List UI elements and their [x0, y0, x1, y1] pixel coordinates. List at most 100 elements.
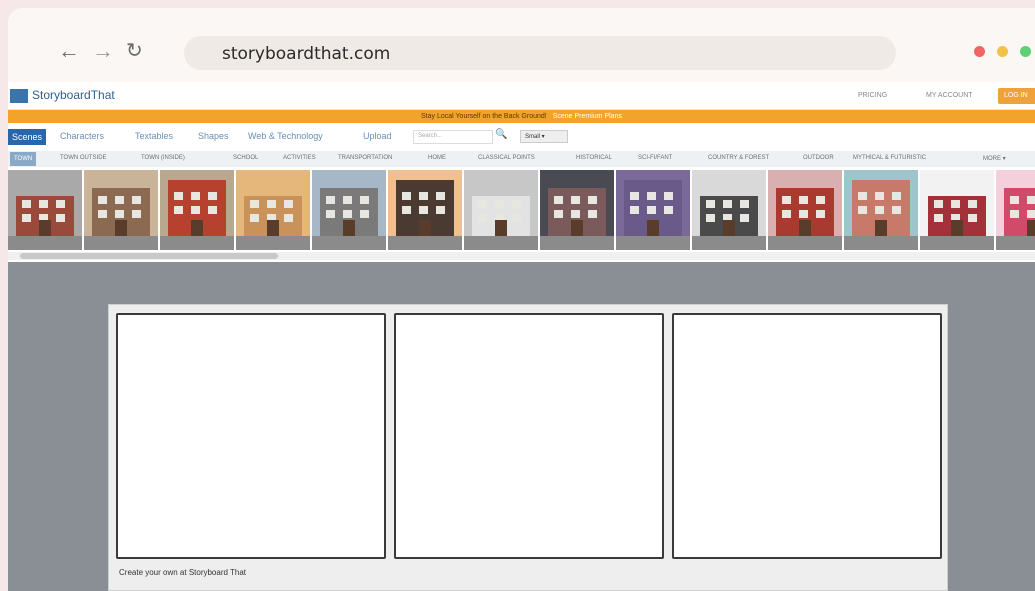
scene-window [402, 206, 411, 214]
scene-window [478, 200, 487, 208]
scene-window [250, 214, 259, 222]
scene-window [191, 192, 200, 200]
category-home[interactable]: HOME [428, 155, 446, 161]
promo-cta-link[interactable]: Scene Premium Plans [553, 113, 622, 120]
scene-door [419, 220, 431, 236]
scene-thumbnail[interactable] [84, 170, 158, 250]
site-logo[interactable]: StoryboardThat [10, 88, 115, 103]
scene-thumbnail[interactable] [8, 170, 82, 250]
scene-window [284, 214, 293, 222]
scene-window [191, 206, 200, 214]
category-more[interactable]: MORE ▾ [983, 155, 1006, 162]
scene-window [799, 210, 808, 218]
scene-window [360, 196, 369, 204]
pricing-link[interactable]: PRICING [858, 92, 887, 99]
library-tabs: Scenes Characters Textables Shapes Web &… [8, 125, 1035, 151]
search-input[interactable]: Search... [413, 130, 493, 144]
scene-thumbnail[interactable] [464, 170, 538, 250]
scene-window [706, 200, 715, 208]
scene-thumbnail[interactable] [388, 170, 462, 250]
green-dot-icon[interactable] [1020, 46, 1031, 57]
scene-thumbnail[interactable] [616, 170, 690, 250]
tab-upload[interactable]: Upload [363, 131, 392, 141]
scrollbar-thumb[interactable] [20, 253, 278, 259]
scene-thumbnail[interactable] [312, 170, 386, 250]
category-sci-fi-fant[interactable]: SCI-FI/FANT [638, 155, 672, 161]
storyboard-cell-3[interactable] [672, 313, 942, 559]
category-transportation[interactable]: TRANSPORTATION [338, 155, 392, 161]
scene-door [799, 220, 811, 236]
scene-window [875, 206, 884, 214]
scene-window [402, 192, 411, 200]
scene-door [191, 220, 203, 236]
promo-text: Stay Local Yourself on the Back Ground! [421, 113, 547, 120]
category-country-forest[interactable]: COUNTRY & FOREST [708, 155, 769, 161]
scene-window [647, 206, 656, 214]
scene-window [782, 210, 791, 218]
red-dot-icon[interactable] [974, 46, 985, 57]
browser-window: ← → ↻ storyboardthat.com StoryboardThat … [0, 0, 1035, 591]
storyboard-cell-2[interactable] [394, 313, 664, 559]
scene-thumbnail[interactable] [996, 170, 1035, 250]
scene-ground [540, 236, 614, 250]
scene-window [208, 206, 217, 214]
url-text: storyboardthat.com [222, 44, 391, 64]
storyboard-cell-1[interactable] [116, 313, 386, 559]
scene-window [875, 192, 884, 200]
scene-thumbnail[interactable] [920, 170, 994, 250]
search-icon[interactable]: 🔍 [495, 129, 507, 140]
category-town-inside[interactable]: TOWN (INSIDE) [141, 155, 185, 161]
tab-textables[interactable]: Textables [135, 131, 173, 141]
tab-web-technology[interactable]: Web & Technology [248, 131, 323, 141]
scene-scrollbar[interactable] [8, 252, 1035, 260]
forward-arrow-icon[interactable]: → [92, 40, 114, 62]
category-school[interactable]: SCHOOL [233, 155, 258, 161]
scene-window [1027, 196, 1035, 204]
scene-ground [844, 236, 918, 250]
scene-window [630, 192, 639, 200]
tab-scenes[interactable]: Scenes [8, 129, 47, 145]
scene-ground [236, 236, 310, 250]
category-activities[interactable]: ACTIVITIES [283, 155, 316, 161]
scene-window [174, 206, 183, 214]
category-classical-points[interactable]: CLASSICAL POINTS [478, 155, 535, 161]
scene-window [512, 214, 521, 222]
yellow-dot-icon[interactable] [997, 46, 1008, 57]
address-bar[interactable]: storyboardthat.com [184, 36, 896, 70]
scene-thumbnail[interactable] [692, 170, 766, 250]
scene-ground [768, 236, 842, 250]
scene-door [495, 220, 507, 236]
scene-ground [160, 236, 234, 250]
tab-characters[interactable]: Characters [60, 131, 104, 141]
logo-text: StoryboardThat [32, 88, 115, 102]
back-arrow-icon[interactable]: ← [58, 40, 80, 62]
scene-door [647, 220, 659, 236]
scene-window [343, 210, 352, 218]
category-mythical-futuristic[interactable]: MYTHICAL & FUTURISTIC [853, 155, 926, 161]
scene-thumbnail[interactable] [236, 170, 310, 250]
scene-window [799, 196, 808, 204]
reload-icon[interactable]: ↻ [126, 41, 143, 61]
category-town-outside[interactable]: TOWN OUTSIDE [60, 155, 107, 161]
scene-window [951, 200, 960, 208]
scene-thumbnail[interactable] [160, 170, 234, 250]
scene-thumbnail[interactable] [844, 170, 918, 250]
login-button[interactable]: LOG IN [998, 88, 1035, 104]
scene-window [98, 196, 107, 204]
scene-window [419, 192, 428, 200]
scene-window [647, 192, 656, 200]
scene-thumbnail[interactable] [768, 170, 842, 250]
scene-thumbnail[interactable] [540, 170, 614, 250]
scene-ground [996, 236, 1035, 250]
scene-window [98, 210, 107, 218]
scene-ground [464, 236, 538, 250]
tab-shapes[interactable]: Shapes [198, 131, 229, 141]
category-town[interactable]: TOWN [10, 152, 37, 166]
category-historical[interactable]: HISTORICAL [576, 155, 612, 161]
category-outdoor[interactable]: OUTDOOR [803, 155, 834, 161]
scene-window [22, 214, 31, 222]
scene-window [588, 196, 597, 204]
scene-window [267, 200, 276, 208]
account-link[interactable]: MY ACCOUNT [926, 92, 973, 99]
view-size-select[interactable]: Small ▾ [520, 130, 568, 143]
